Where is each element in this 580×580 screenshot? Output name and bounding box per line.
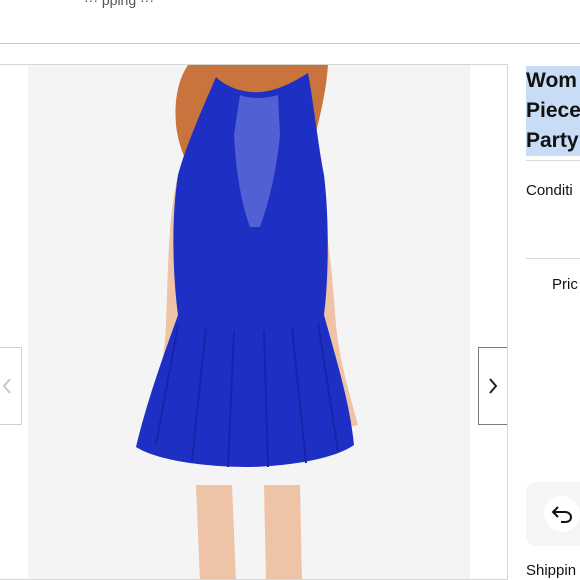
product-photo[interactable] <box>28 65 470 579</box>
chevron-right-icon <box>489 378 498 394</box>
header-cut-text: ··· pping ··· <box>84 0 155 8</box>
title-line-3: Party <box>526 126 580 156</box>
shipping-label: Shippin <box>526 562 577 579</box>
listing-title: Wom Piece Party <box>526 66 580 156</box>
previous-image-button[interactable] <box>0 347 22 425</box>
title-line-2: Piece <box>526 96 580 126</box>
condition-label: Conditi <box>526 182 573 199</box>
price-label: Pric <box>552 276 578 293</box>
next-image-button[interactable] <box>478 347 507 425</box>
header-divider <box>0 43 580 44</box>
listing-details-panel: Wom Piece Party Conditi Pric Shippin <box>508 44 580 580</box>
chevron-left-icon <box>2 378 11 394</box>
title-divider <box>526 160 580 161</box>
condition-divider <box>526 258 580 259</box>
top-header-strip: ··· pping ··· <box>0 0 580 44</box>
title-line-1: Wom <box>526 66 580 96</box>
image-gallery <box>0 64 508 580</box>
undo-arrow-icon <box>544 496 580 532</box>
dress-illustration <box>28 65 470 579</box>
returns-card[interactable] <box>526 482 580 546</box>
